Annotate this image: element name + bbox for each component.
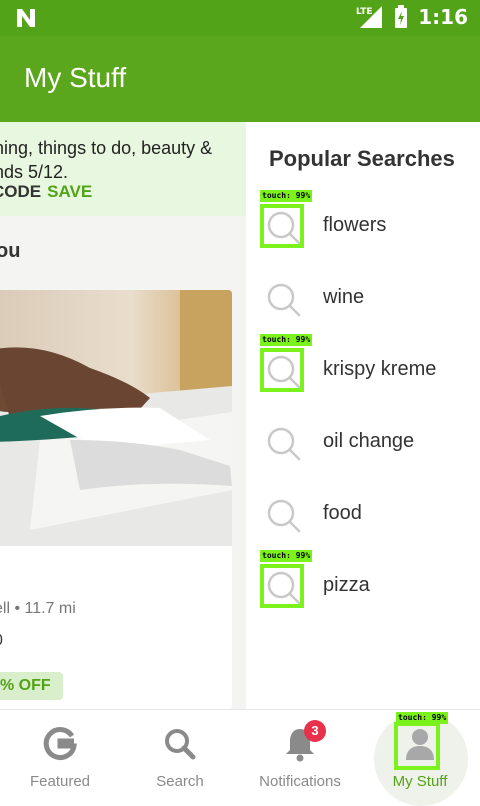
touch-overlay-box — [394, 722, 440, 770]
bottom-navigation: Featured Search Notifications touch: 99%… — [0, 709, 480, 806]
popular-search-item[interactable]: touch: 99% flowers — [246, 190, 480, 264]
promo-banner[interactable]: hing, things to do, beauty & nds 5/12. C… — [0, 122, 246, 216]
nav-search[interactable]: Search — [120, 710, 240, 801]
deals-feed[interactable]: hing, things to do, beauty & nds 5/12. C… — [0, 122, 246, 709]
popular-search-label: flowers — [323, 214, 387, 236]
search-icon — [165, 729, 196, 760]
popular-search-label: krispy kreme — [323, 358, 437, 380]
page-title: My Stuff — [24, 62, 127, 93]
search-icon — [267, 355, 301, 389]
nav-featured[interactable]: Featured — [0, 710, 120, 801]
popular-search-label: pizza — [323, 574, 370, 596]
search-icon — [267, 283, 301, 317]
popular-search-item[interactable]: touch: 99% krispy kreme — [246, 334, 480, 408]
promo-code-label: CODE — [0, 182, 42, 201]
popular-search-item[interactable]: oil change — [246, 408, 480, 480]
discount-badge: % OFF — [0, 672, 63, 700]
touch-overlay-label: touch: 99% — [260, 190, 313, 202]
search-icon — [267, 211, 301, 245]
g-logo-icon — [43, 727, 77, 761]
popular-search-label: food — [323, 502, 362, 524]
status-time: 1:16 — [418, 5, 468, 29]
app-bar: My Stuff — [0, 36, 480, 122]
deal-price: 0 — [0, 632, 3, 650]
nav-my-stuff[interactable]: touch: 99% My Stuff — [360, 710, 480, 801]
svg-text:LTE: LTE — [356, 7, 373, 17]
popular-search-label: oil change — [323, 430, 415, 452]
touch-overlay-label: touch: 99% — [396, 712, 449, 724]
status-bar: LTE 1:16 — [0, 0, 480, 36]
notification-count-badge: 3 — [304, 720, 326, 742]
nav-my-stuff-label: My Stuff — [392, 773, 448, 790]
touch-overlay-label: touch: 99% — [260, 550, 313, 562]
nav-featured-label: Featured — [29, 773, 91, 790]
deal-image — [0, 290, 232, 546]
popular-search-label: wine — [323, 286, 365, 308]
nav-notifications[interactable]: Notifications — [240, 710, 360, 801]
battery-charging-icon — [395, 5, 408, 28]
search-icon — [267, 427, 301, 461]
touch-overlay-label: touch: 99% — [260, 334, 313, 346]
popular-searches-panel: Popular Searches touch: 99% flowers wine… — [246, 122, 480, 709]
search-icon — [267, 571, 301, 605]
promo-line-2: nds 5/12. — [0, 162, 69, 182]
deal-card[interactable]: ell • 11.7 mi 0 % OFF — [0, 290, 232, 709]
android-n-icon — [17, 9, 35, 27]
main-content: hing, things to do, beauty & nds 5/12. C… — [0, 122, 480, 709]
search-icon — [267, 499, 301, 533]
nav-search-label: Search — [156, 773, 204, 790]
promo-save-link[interactable]: SAVE — [47, 182, 92, 201]
section-title: ou — [0, 240, 21, 262]
popular-search-item[interactable]: food — [246, 480, 480, 552]
popular-search-item[interactable]: wine — [246, 264, 480, 336]
lte-signal-icon: LTE — [356, 6, 383, 28]
promo-text: hing, things to do, beauty & nds 5/12. — [0, 136, 234, 184]
promo-line-1: hing, things to do, beauty & — [0, 138, 213, 158]
popular-search-item[interactable]: touch: 99% pizza — [246, 550, 480, 624]
promo-code-row: CODE SAVE — [0, 182, 92, 202]
deal-distance: ell • 11.7 mi — [0, 600, 76, 617]
popular-searches-title: Popular Searches — [269, 146, 455, 171]
nav-notifications-label: Notifications — [259, 773, 341, 790]
